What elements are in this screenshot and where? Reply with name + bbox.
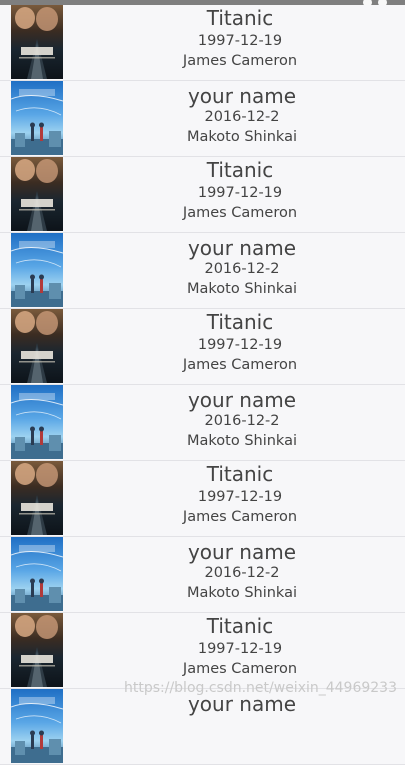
movie-director: Makoto Shinkai [187,585,297,601]
movie-date: 1997-12-19 [197,185,283,201]
movie-date: 1997-12-19 [197,337,283,353]
movie-director: James Cameron [182,357,298,373]
list-item[interactable]: Titanic 1997-12-19 James Cameron [0,5,405,81]
movie-date: 2016-12-2 [204,109,280,125]
movie-date: 1997-12-19 [197,641,283,657]
movie-date: 2016-12-2 [204,261,280,277]
movie-date: 2016-12-2 [204,413,280,429]
movie-title: your name [187,236,297,260]
movie-title: your name [187,540,297,564]
list-item[interactable]: your name 2016-12-2 Makoto Shinkai [0,385,405,461]
list-item[interactable]: Titanic 1997-12-19 James Cameron [0,309,405,385]
watermark: https://blog.csdn.net/weixin_44969233 [123,680,397,696]
movie-director: James Cameron [182,53,298,69]
movie-title: Titanic [206,462,274,486]
your-name-poster-image [11,385,63,459]
movie-list: Titanic 1997-12-19 James Cameron your na… [0,5,405,765]
titanic-poster-image [11,157,63,231]
movie-director: Makoto Shinkai [187,433,297,449]
titanic-poster-image [11,309,63,383]
list-item[interactable]: your name 2016-12-2 Makoto Shinkai [0,233,405,309]
your-name-poster-image [11,537,63,611]
your-name-poster-image [11,689,63,763]
movie-date: 1997-12-19 [197,33,283,49]
movie-director: Makoto Shinkai [187,281,297,297]
list-item[interactable]: your name [0,689,405,765]
movie-title: your name [187,84,297,108]
titanic-poster-image [11,461,63,535]
list-item[interactable]: Titanic 1997-12-19 James Cameron [0,157,405,233]
movie-title: Titanic [206,158,274,182]
movie-director: Makoto Shinkai [187,129,297,145]
list-item[interactable]: your name 2016-12-2 Makoto Shinkai [0,537,405,613]
movie-title: Titanic [206,614,274,638]
movie-director: James Cameron [182,509,298,525]
movie-title: Titanic [206,6,274,30]
list-item[interactable]: Titanic 1997-12-19 James Cameron [0,613,405,689]
movie-director: James Cameron [182,661,298,677]
your-name-poster-image [11,233,63,307]
titanic-poster-image [11,5,63,79]
movie-title: Titanic [206,310,274,334]
movie-director: James Cameron [182,205,298,221]
list-item[interactable]: your name 2016-12-2 Makoto Shinkai [0,81,405,157]
your-name-poster-image [11,81,63,155]
titanic-poster-image [11,613,63,687]
movie-date: 2016-12-2 [204,565,280,581]
list-item[interactable]: Titanic 1997-12-19 James Cameron [0,461,405,537]
movie-date: 1997-12-19 [197,489,283,505]
movie-title: your name [187,388,297,412]
